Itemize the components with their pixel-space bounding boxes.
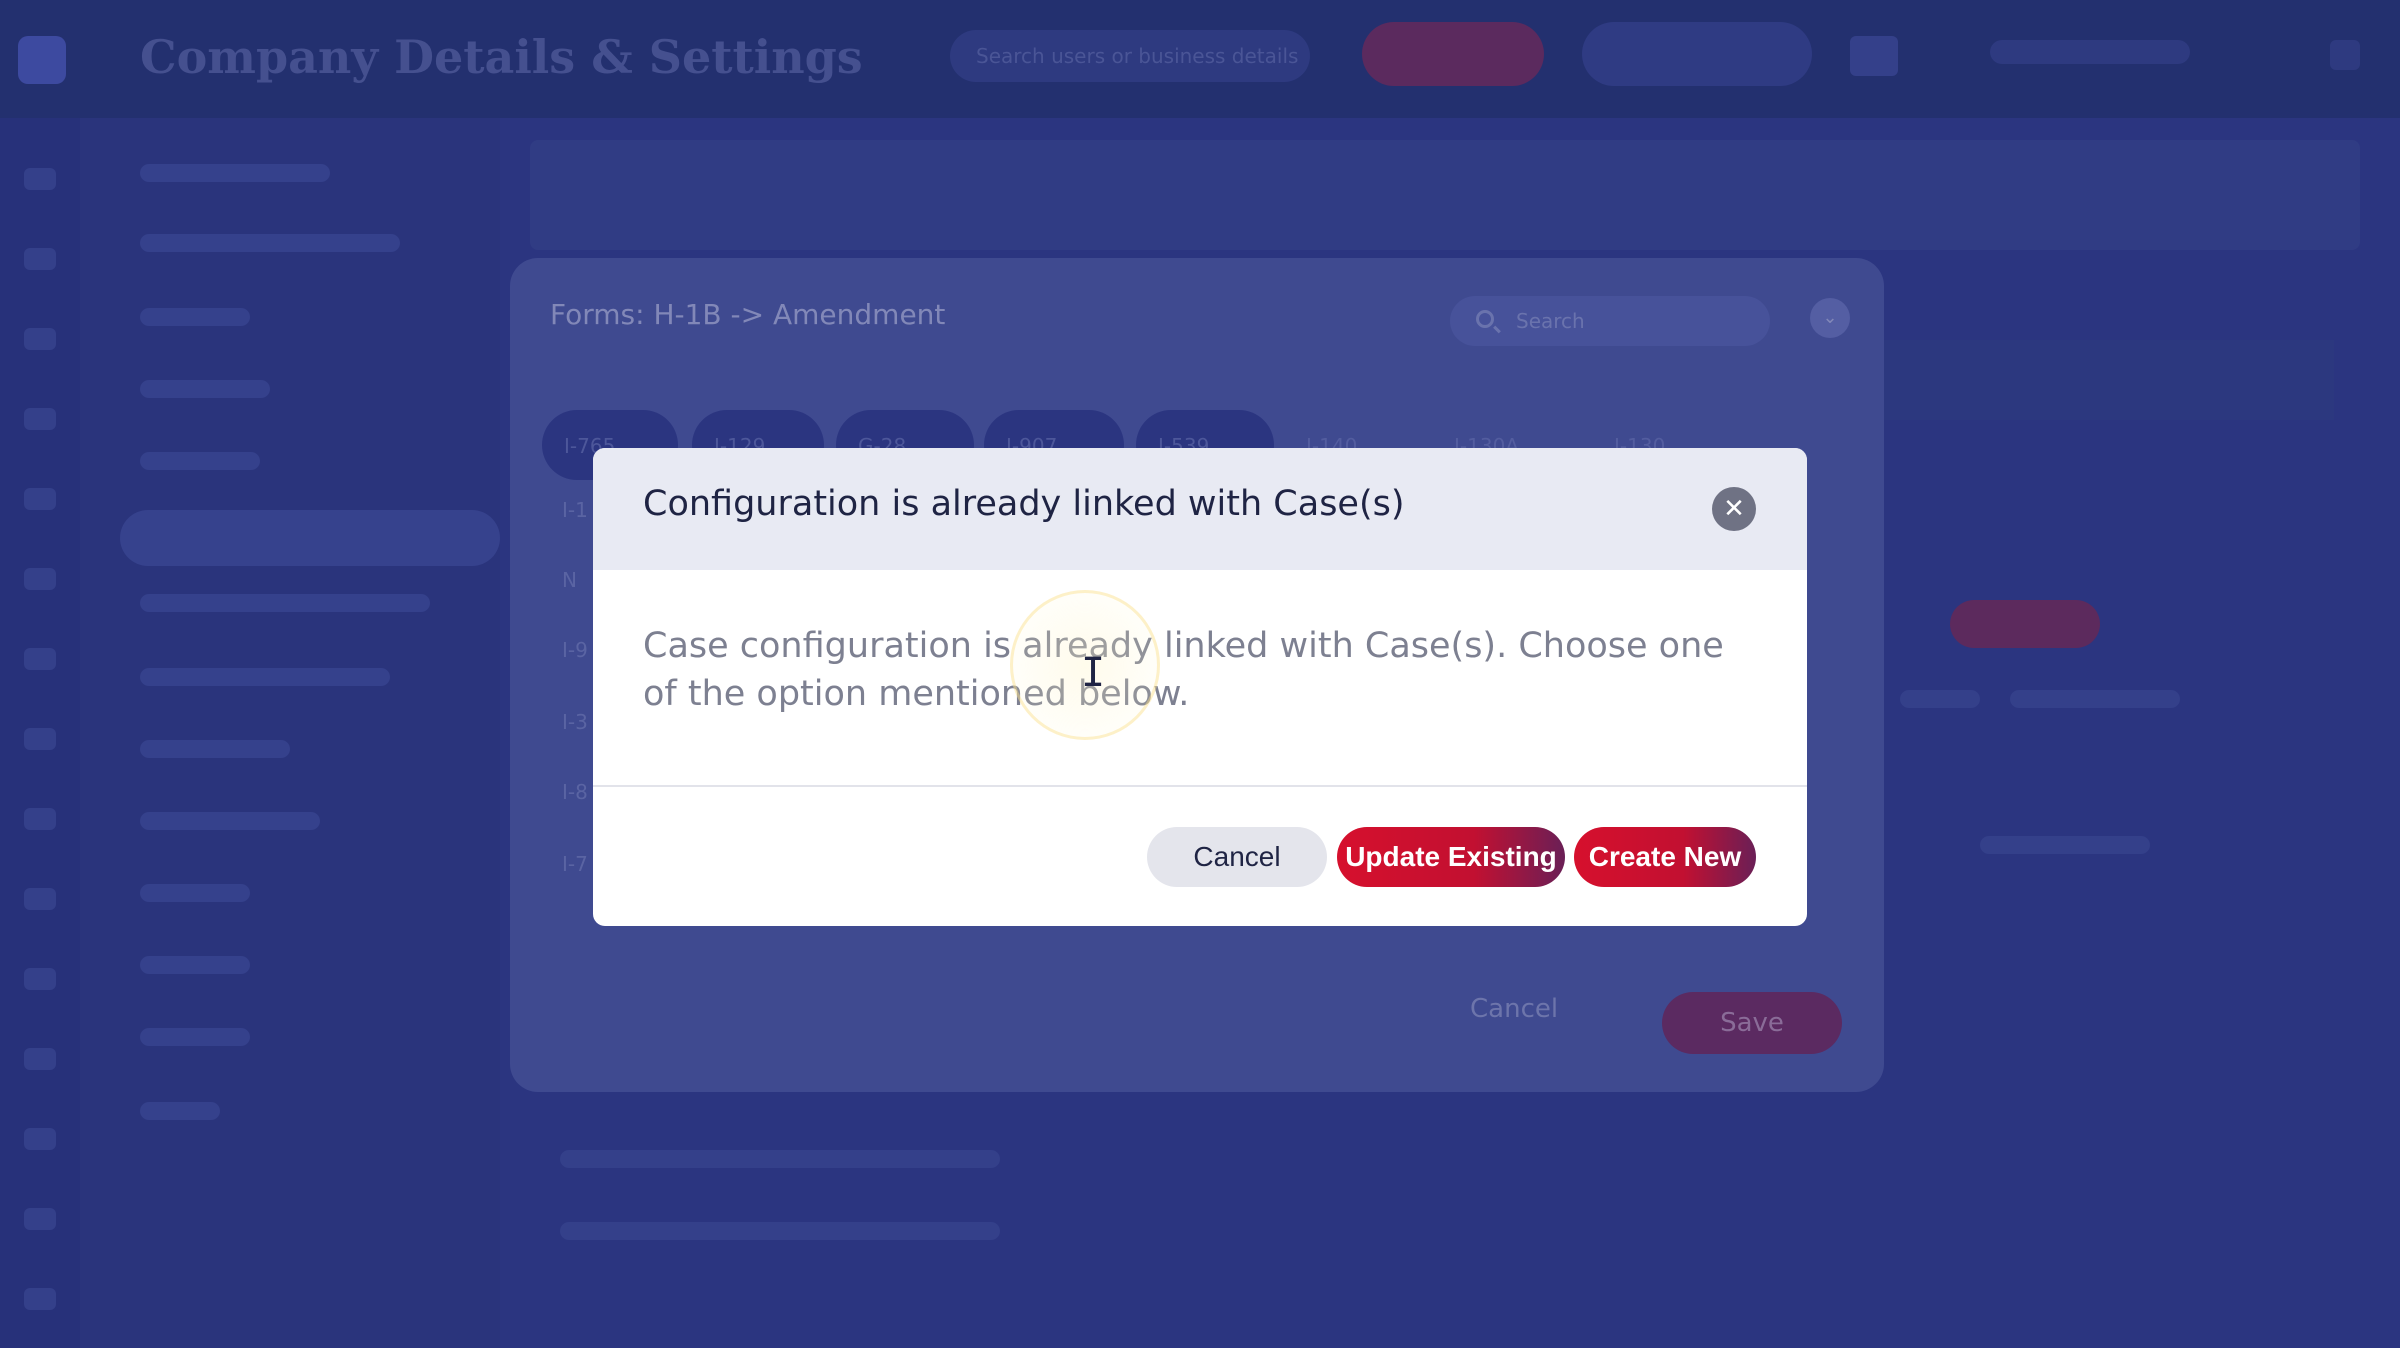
menu-icon (1850, 36, 1898, 76)
sidebar-item (140, 1028, 250, 1046)
sidebar-item (140, 740, 290, 758)
settings-sidebar (80, 118, 500, 1348)
sidebar-item (140, 812, 320, 830)
sidebar-item (140, 594, 430, 612)
close-icon[interactable]: ✕ (1712, 487, 1756, 531)
forms-search-placeholder: Search (1516, 309, 1585, 333)
top-bar: Company Details & Settings Search users … (0, 0, 2400, 118)
rail-icon (24, 1048, 56, 1070)
rail-icon (24, 808, 56, 830)
sidebar-item (140, 234, 400, 252)
content-text (1900, 690, 1980, 708)
rail-icon (24, 728, 56, 750)
form-row-label: I-3 (562, 710, 588, 734)
forms-cancel-button: Cancel (1470, 994, 1559, 1024)
sidebar-item-active (120, 510, 500, 566)
rail-icon (24, 568, 56, 590)
rail-icon (24, 648, 56, 670)
sidebar-item (140, 380, 270, 398)
cancel-button[interactable]: Cancel (1147, 827, 1327, 887)
rail-icon (24, 408, 56, 430)
rail-icon (24, 328, 56, 350)
modal-header: Configuration is already linked with Cas… (593, 448, 1807, 570)
rail-icon (24, 1288, 56, 1310)
content-section (1880, 340, 2334, 420)
sidebar-item (140, 956, 250, 974)
app-logo (18, 36, 66, 84)
form-row-label: I-1 (562, 498, 588, 522)
search-icon (1476, 310, 1494, 328)
icon-rail (0, 118, 80, 1348)
rail-icon (24, 248, 56, 270)
chevron-down-icon: ⌄ (1810, 298, 1850, 338)
rail-icon (24, 1208, 56, 1230)
forms-save-button: Save (1662, 992, 1842, 1054)
top-action-button (1362, 22, 1544, 86)
rail-icon (24, 168, 56, 190)
form-row-label: I-8 (562, 780, 588, 804)
forms-search-input: Search (1450, 296, 1770, 346)
rail-icon (24, 1128, 56, 1150)
text-cursor-icon: I (1081, 650, 1106, 696)
global-search-input: Search users or business details (950, 30, 1310, 82)
content-header (530, 140, 2360, 250)
sidebar-item (140, 884, 250, 902)
content-chip (1950, 600, 2100, 648)
rail-icon (24, 968, 56, 990)
content-text (1980, 836, 2150, 854)
window-close-icon (2330, 40, 2360, 70)
page-title: Company Details & Settings (140, 30, 863, 84)
sidebar-item (140, 164, 330, 182)
sidebar-item (140, 1102, 220, 1120)
user-menu (1990, 40, 2190, 64)
content-text (560, 1150, 1000, 1168)
top-secondary-button (1582, 22, 1812, 86)
modal-message: Case configuration is already linked wit… (643, 626, 1724, 714)
form-row-label: N (562, 568, 577, 592)
create-new-button[interactable]: Create New (1574, 827, 1756, 887)
sidebar-item (140, 452, 260, 470)
update-existing-button[interactable]: Update Existing (1337, 827, 1565, 887)
content-text (560, 1222, 1000, 1240)
forms-dialog-title: Forms: H-1B -> Amendment (550, 298, 946, 331)
confirm-modal: Configuration is already linked with Cas… (593, 448, 1807, 926)
rail-icon (24, 488, 56, 510)
modal-title: Configuration is already linked with Cas… (643, 484, 1405, 524)
content-text (2010, 690, 2180, 708)
form-row-label: I-7 (562, 852, 588, 876)
modal-divider (593, 785, 1807, 787)
rail-icon (24, 888, 56, 910)
sidebar-item (140, 308, 250, 326)
sidebar-item (140, 668, 390, 686)
form-row-label: I-9 (562, 638, 588, 662)
